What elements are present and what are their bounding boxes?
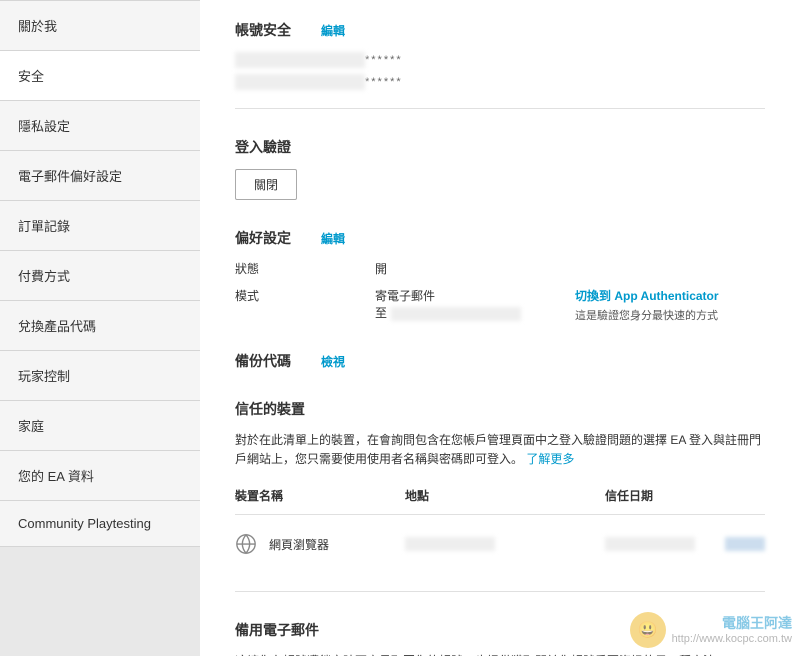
globe-icon	[235, 533, 257, 555]
watermark-logo-icon: 😃	[630, 612, 666, 648]
sidebar-item-email-pref[interactable]: 電子郵件偏好設定	[0, 151, 200, 201]
col-device-name: 裝置名稱	[235, 487, 405, 504]
sidebar-item-family[interactable]: 家庭	[0, 401, 200, 451]
sidebar-item-privacy[interactable]: 隱私設定	[0, 101, 200, 151]
watermark-brand: 電腦王阿達	[672, 614, 792, 632]
edit-preferences-link[interactable]: 編輯	[321, 230, 345, 247]
masked-value: ******	[365, 76, 403, 88]
table-row: 網頁瀏覽器	[235, 515, 765, 573]
watermark: 😃 電腦王阿達 http://www.kocpc.com.tw	[630, 612, 792, 648]
mode-to-label: 至	[375, 304, 387, 321]
backup-email-desc: 這讓您在帳號遭鎖定時更容易取回您的帳號。也提供獲取關於您帳號重要資訊的另一種方法…	[235, 652, 765, 656]
view-backup-codes-link[interactable]: 檢視	[321, 353, 345, 370]
main-content: 帳號安全 編輯 ****** ****** 登入驗證 關閉 偏好設定 編輯	[200, 0, 800, 656]
sidebar-item-security[interactable]: 安全	[0, 51, 200, 101]
sidebar-item-orders[interactable]: 訂單記錄	[0, 201, 200, 251]
masked-field	[235, 52, 365, 68]
account-security-title: 帳號安全	[235, 20, 291, 40]
sidebar-item-redeem[interactable]: 兌換產品代碼	[0, 301, 200, 351]
masked-value: ******	[365, 54, 403, 66]
sidebar-item-player-control[interactable]: 玩家控制	[0, 351, 200, 401]
edit-account-security-link[interactable]: 編輯	[321, 22, 345, 39]
masked-date	[605, 537, 695, 551]
masked-action[interactable]	[725, 537, 765, 551]
mode-label: 模式	[235, 287, 375, 323]
sidebar-item-about[interactable]: 關於我	[0, 0, 200, 51]
divider	[235, 591, 765, 592]
sidebar: 關於我 安全 隱私設定 電子郵件偏好設定 訂單記錄 付費方式 兌換產品代碼 玩家…	[0, 0, 200, 656]
switch-authenticator-link[interactable]: 切換到 App Authenticator	[575, 287, 765, 304]
preferences-section: 偏好設定 編輯 狀態 開 模式 寄電子郵件 至 切換到 App Authenti…	[235, 228, 765, 323]
table-header: 裝置名稱 地點 信任日期	[235, 487, 765, 515]
col-trust-date: 信任日期	[605, 487, 765, 504]
sidebar-item-payment[interactable]: 付費方式	[0, 251, 200, 301]
device-name: 網頁瀏覽器	[269, 536, 329, 553]
close-button[interactable]: 關閉	[235, 169, 297, 200]
login-verification-section: 登入驗證 關閉	[235, 137, 765, 200]
account-security-section: 帳號安全 編輯 ****** ******	[235, 20, 765, 109]
status-value: 開	[375, 260, 575, 277]
watermark-url: http://www.kocpc.com.tw	[672, 632, 792, 646]
trusted-devices-section: 信任的裝置 對於在此清單上的裝置，在會詢問包含在您帳戶管理頁面中之登入驗證問題的…	[235, 399, 765, 592]
preferences-title: 偏好設定	[235, 228, 291, 248]
divider	[235, 108, 765, 109]
col-location: 地點	[405, 487, 605, 504]
masked-field	[235, 74, 365, 90]
backup-codes-section: 備份代碼 檢視	[235, 351, 765, 371]
masked-email	[391, 307, 521, 321]
trusted-devices-title: 信任的裝置	[235, 399, 305, 419]
backup-email-title: 備用電子郵件	[235, 620, 319, 640]
mode-value: 寄電子郵件	[375, 287, 575, 304]
masked-location	[405, 537, 495, 551]
backup-codes-title: 備份代碼	[235, 351, 291, 371]
sidebar-item-playtesting[interactable]: Community Playtesting	[0, 501, 200, 547]
login-verification-title: 登入驗證	[235, 137, 291, 157]
trusted-devices-desc: 對於在此清單上的裝置，在會詢問包含在您帳戶管理頁面中之登入驗證問題的選擇 EA …	[235, 431, 765, 469]
status-label: 狀態	[235, 260, 375, 277]
learn-more-link[interactable]: 了解更多	[526, 452, 574, 466]
sidebar-item-ea-data[interactable]: 您的 EA 資料	[0, 451, 200, 501]
switch-desc: 這是驗證您身分最快速的方式	[575, 310, 718, 322]
